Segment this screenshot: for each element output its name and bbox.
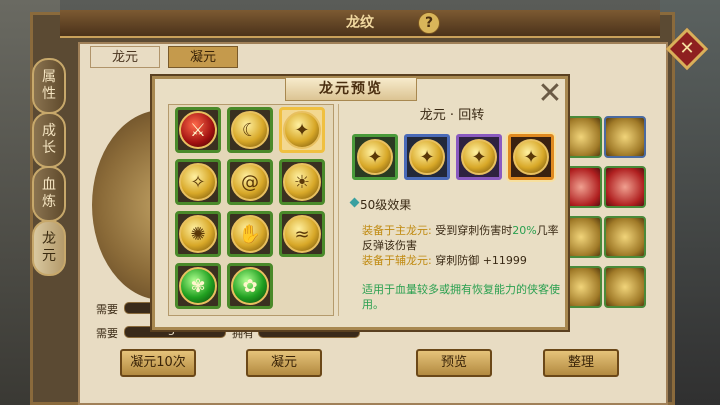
side-tab-label: 炼	[42, 194, 56, 210]
leaf-icon: ✾	[179, 267, 217, 305]
preview-button[interactable]: 预览	[416, 349, 492, 377]
core-grid-cell[interactable]: ✾	[175, 263, 221, 309]
core-grid-cell[interactable]: ≈	[279, 211, 325, 257]
bg-core-tile	[604, 166, 646, 208]
sub-core-text: 穿刺防御 +11999	[435, 254, 527, 267]
side-tab-label: 属	[42, 69, 56, 85]
side-tab-label: 龙	[42, 231, 56, 247]
core-name: 龙元 · 回转	[419, 108, 485, 123]
sun-icon: ☀	[283, 163, 321, 201]
bg-core-tile	[604, 116, 646, 158]
bg-core-tile	[604, 266, 646, 308]
wave-icon: ≈	[283, 215, 321, 253]
main-core-effect-line2: 反弹该伤害	[362, 239, 417, 252]
modal-divider	[338, 104, 339, 316]
close-icon: ✕	[679, 38, 695, 59]
tab-condense[interactable]: 凝元	[168, 46, 238, 68]
rarity-slot-green[interactable]: ✦	[352, 134, 398, 180]
claw-icon: ⚔	[179, 111, 217, 149]
hand-icon: ✋	[231, 215, 269, 253]
crescent-icon: ☾	[231, 111, 269, 149]
organize-button[interactable]: 整理	[543, 349, 619, 377]
bg-core-tile	[604, 216, 646, 258]
spiral-icon: ✿	[231, 267, 269, 305]
side-tab-label: 性	[42, 86, 56, 102]
main-core-percent: 20%	[512, 224, 537, 237]
rarity-slot-orange[interactable]: ✦	[508, 134, 554, 180]
core-grid-cell[interactable]: ✿	[227, 263, 273, 309]
core-grid-cell[interactable]: ⚔	[175, 107, 221, 153]
core-grid-cell[interactable]: ☾	[227, 107, 273, 153]
side-tab-dragon-core[interactable]: 龙 元	[32, 220, 66, 276]
usage-hint: 适用于血量较多或拥有恢复能力的侠客使用。	[362, 283, 560, 311]
side-tab-label: 血	[42, 177, 56, 193]
modal-title: 龙元预览	[285, 77, 417, 101]
core-icon-grid: ⚔ ☾ ✦ ✧ @ ☀ ✺ ✋ ≈ ✾ ✿	[168, 104, 334, 316]
side-tab-attributes[interactable]: 属 性	[32, 58, 66, 114]
dancer-icon: ✺	[179, 215, 217, 253]
core-grid-cell[interactable]: ✧	[175, 159, 221, 205]
rarity-slot-blue[interactable]: ✦	[404, 134, 450, 180]
main-core-text: 几率	[536, 224, 559, 237]
main-core-label: 装备于主龙元:	[362, 224, 432, 237]
side-tab-blood-refine[interactable]: 血 炼	[32, 166, 66, 222]
core-grid-cell[interactable]: ✺	[175, 211, 221, 257]
feather-icon: ✧	[179, 163, 217, 201]
core-grid-cell[interactable]: ✦	[279, 107, 325, 153]
window-title: 龙纹	[60, 10, 660, 38]
figure-icon: ✦	[513, 139, 549, 175]
sub-core-label: 装备于辅龙元:	[362, 254, 432, 267]
side-tab-label: 元	[42, 248, 56, 264]
side-tab-growth[interactable]: 成 长	[32, 112, 66, 168]
side-tab-label: 成	[42, 123, 56, 139]
figure-icon: ✦	[461, 139, 497, 175]
core-grid-cell[interactable]: ✋	[227, 211, 273, 257]
side-tab-label: 长	[42, 140, 56, 156]
sub-core-effect: 装备于辅龙元: 穿刺防御 +11999	[362, 252, 527, 268]
requirement-label: 需要	[96, 327, 118, 340]
main-core-text: 受到穿刺伤害时	[435, 224, 513, 237]
figure-icon: ✦	[409, 139, 445, 175]
main-core-effect: 装备于主龙元: 受到穿刺伤害时20%几率	[362, 222, 559, 238]
core-grid-cell[interactable]: @	[227, 159, 273, 205]
rarity-slot-purple[interactable]: ✦	[456, 134, 502, 180]
core-grid-cell[interactable]: ☀	[279, 159, 325, 205]
figure-icon: ✦	[357, 139, 393, 175]
tab-dragon-core[interactable]: 龙元	[90, 46, 160, 68]
help-icon[interactable]: ?	[418, 12, 440, 34]
requirement-label: 需要	[96, 303, 118, 316]
condense-10-button[interactable]: 凝元10次	[120, 349, 196, 377]
condense-button[interactable]: 凝元	[246, 349, 322, 377]
figure-icon: ✦	[283, 111, 321, 149]
swirl-icon: @	[231, 163, 269, 201]
effect-heading: 50级效果	[360, 198, 412, 212]
